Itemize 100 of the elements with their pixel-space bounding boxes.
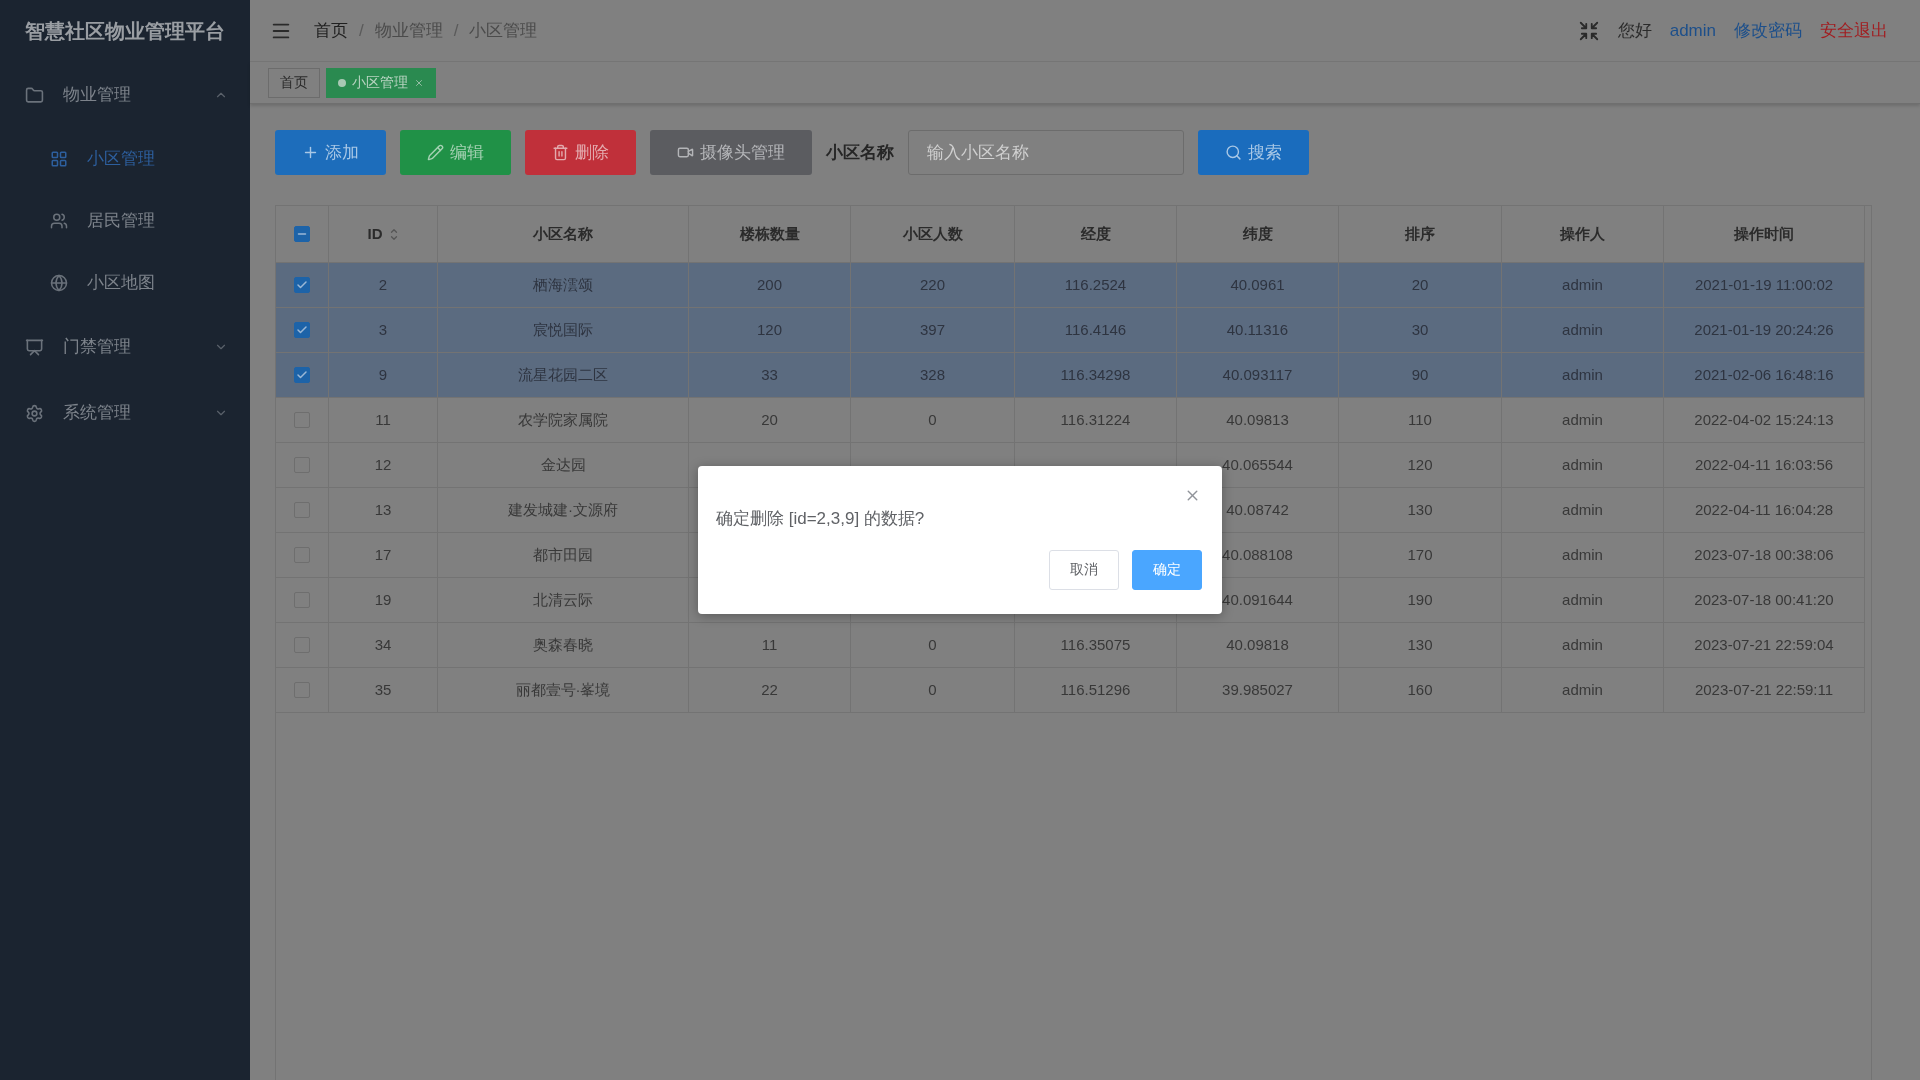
table-cell-text: 120 <box>757 319 782 340</box>
table-row[interactable]: 11 农学院家属院 20 0 116.31224 40.09813 110 admin 2022-04-02 15:24:13 <box>276 398 1865 443</box>
submenu-icon <box>50 274 68 292</box>
menu-item[interactable]: 系统管理 <box>0 380 250 446</box>
table-cell-text: admin <box>1562 454 1603 475</box>
submenu-item[interactable]: 居民管理 <box>0 190 250 252</box>
toolbar-button[interactable]: 编辑 <box>400 130 511 175</box>
table-cell-text: 328 <box>920 364 945 385</box>
toolbar-button[interactable]: 摄像头管理 <box>650 130 812 175</box>
submenu-icon <box>50 212 68 230</box>
table-cell-text: 116.2524 <box>1064 274 1127 295</box>
table-cell-text: 2023-07-18 00:41:20 <box>1694 589 1834 610</box>
table-row[interactable]: 34 奥森春晓 11 0 116.35075 40.09818 130 admin 2023-07-21 22:59:04 <box>276 623 1865 668</box>
table-cell-text: 2022-04-11 16:04:28 <box>1694 499 1834 520</box>
change-password-link[interactable]: 修改密码 <box>1734 17 1802 44</box>
table-row[interactable]: 9 流星花园二区 33 328 116.34298 40.093117 90 admin 2021-02-06 16:48:16 <box>276 353 1865 398</box>
table-cell-text: admin <box>1562 634 1603 655</box>
fullscreen-exit-icon[interactable] <box>1577 19 1600 42</box>
checkbox[interactable] <box>294 322 310 338</box>
search-field[interactable]: 输入小区名称 <box>908 130 1184 175</box>
dialog-message: 确定删除 [id=2,3,9] 的数据? <box>716 508 926 530</box>
table-cell-text: 20 <box>1411 274 1429 295</box>
table-cell-text: 116.51296 <box>1060 679 1131 700</box>
table-cell-text: 40.09813 <box>1226 409 1289 430</box>
page-tab[interactable]: 首页 <box>268 67 320 98</box>
table-cell-text: 2023-07-18 00:38:06 <box>1694 544 1834 565</box>
menu-item[interactable]: 门禁管理 <box>0 314 250 380</box>
table-cell-text: 40.11316 <box>1226 319 1289 340</box>
table-cell-text: 11 <box>761 634 778 655</box>
table-cell-text: 13 <box>374 499 392 520</box>
table-row[interactable]: 3 宸悦国际 120 397 116.4146 40.11316 30 admin 2021-01-19 20:24:26 <box>276 308 1865 353</box>
table-cell-text: admin <box>1562 364 1603 385</box>
table-cell-text: 116.34298 <box>1060 364 1131 385</box>
check-icon <box>296 324 308 336</box>
table-cell-text: 11 <box>375 409 391 430</box>
breadcrumb-separator: / <box>453 19 459 42</box>
table-cell-text: 160 <box>1407 679 1433 700</box>
table-cell-text: 建发城建·文源府 <box>508 499 618 520</box>
table-cell-text: 116.35075 <box>1060 634 1131 655</box>
greeting-text: 您好 <box>1617 19 1652 42</box>
table-cell-text: 都市田园 <box>533 544 593 565</box>
table-cell-text: admin <box>1562 544 1603 565</box>
table-cell-text: 130 <box>1407 634 1433 655</box>
table-cell-text: 110 <box>1408 409 1432 430</box>
submenu-icon <box>50 150 68 168</box>
table-cell-text: 2022-04-11 16:03:56 <box>1694 454 1834 475</box>
table-cell-text: 40.091644 <box>1222 589 1293 610</box>
table-cell-text: 90 <box>1411 364 1429 385</box>
table-cell-text: admin <box>1562 499 1603 520</box>
table-cell-text: 丽都壹号·峯境 <box>515 679 611 700</box>
table-cell-text: 3 <box>378 319 388 340</box>
table-cell-text: admin <box>1562 319 1603 340</box>
table-cell-text: 19 <box>374 589 392 610</box>
breadcrumb-item[interactable]: 首页 <box>314 17 348 44</box>
search-label: 小区名称 <box>826 141 894 164</box>
table-cell-text: 2021-02-06 16:48:16 <box>1694 364 1834 385</box>
search-button[interactable]: 搜索 <box>1198 130 1309 175</box>
table-cell-text: 116.31224 <box>1060 409 1131 430</box>
page-tab[interactable]: 小区管理 <box>326 67 436 98</box>
table-cell-text: 120 <box>1407 454 1433 475</box>
close-icon[interactable] <box>414 77 424 88</box>
check-icon <box>296 369 308 381</box>
checkbox[interactable] <box>294 367 310 383</box>
table-cell-text: 35 <box>374 679 392 700</box>
table-cell-text: 40.0961 <box>1230 274 1285 295</box>
menu-item[interactable]: 物业管理 <box>0 62 250 128</box>
username-link[interactable]: admin <box>1669 17 1716 44</box>
search-icon <box>1225 144 1242 161</box>
table-cell-text: 流星花园二区 <box>518 364 608 385</box>
checkbox[interactable] <box>294 226 310 242</box>
table-cell-text: 17 <box>374 544 392 565</box>
table-cell-text: 116.4146 <box>1064 319 1127 340</box>
submenu-item[interactable]: 小区管理 <box>0 128 250 190</box>
table-cell-text: 0 <box>928 634 937 655</box>
table-cell-text: 20 <box>761 409 778 430</box>
table-row[interactable]: 2 栖海澐颂 200 220 116.2524 40.0961 20 admin 2021-01-19 11:00:02 <box>276 263 1865 308</box>
submenu-item[interactable]: 小区地图 <box>0 252 250 314</box>
toolbar-button[interactable]: 添加 <box>275 130 386 175</box>
table-cell-text: 40.093117 <box>1222 364 1293 385</box>
dialog-button[interactable]: 取消 <box>1049 549 1119 590</box>
table-cell-text: admin <box>1562 679 1603 700</box>
table-cell-text: 33 <box>761 364 778 385</box>
table-cell-text: 190 <box>1407 589 1433 610</box>
table-cell-text: 40.088108 <box>1222 544 1293 565</box>
table-cell-text: 12 <box>374 454 392 475</box>
button-icon <box>427 144 444 161</box>
table-row[interactable]: 35 丽都壹号·峯境 22 0 116.51296 39.985027 160 admin 2023-07-21 22:59:11 <box>276 668 1865 713</box>
dialog-button[interactable]: 确定 <box>1132 549 1202 590</box>
check-icon <box>296 279 308 291</box>
table-cell-text: 2023-07-21 22:59:11 <box>1694 679 1834 700</box>
table-cell-text: 农学院家属院 <box>518 409 608 430</box>
app-title: 智慧社区物业管理平台 <box>25 19 225 44</box>
table-cell-text: 39.985027 <box>1222 679 1293 700</box>
table-cell-text: 130 <box>1407 499 1433 520</box>
checkbox[interactable] <box>294 277 310 293</box>
table-cell-text: 397 <box>920 319 945 340</box>
logout-link[interactable]: 安全退出 <box>1820 17 1888 44</box>
breadcrumb-separator: / <box>359 19 364 42</box>
table-cell-text: 22 <box>761 679 778 700</box>
toolbar-button[interactable]: 删除 <box>525 130 636 175</box>
